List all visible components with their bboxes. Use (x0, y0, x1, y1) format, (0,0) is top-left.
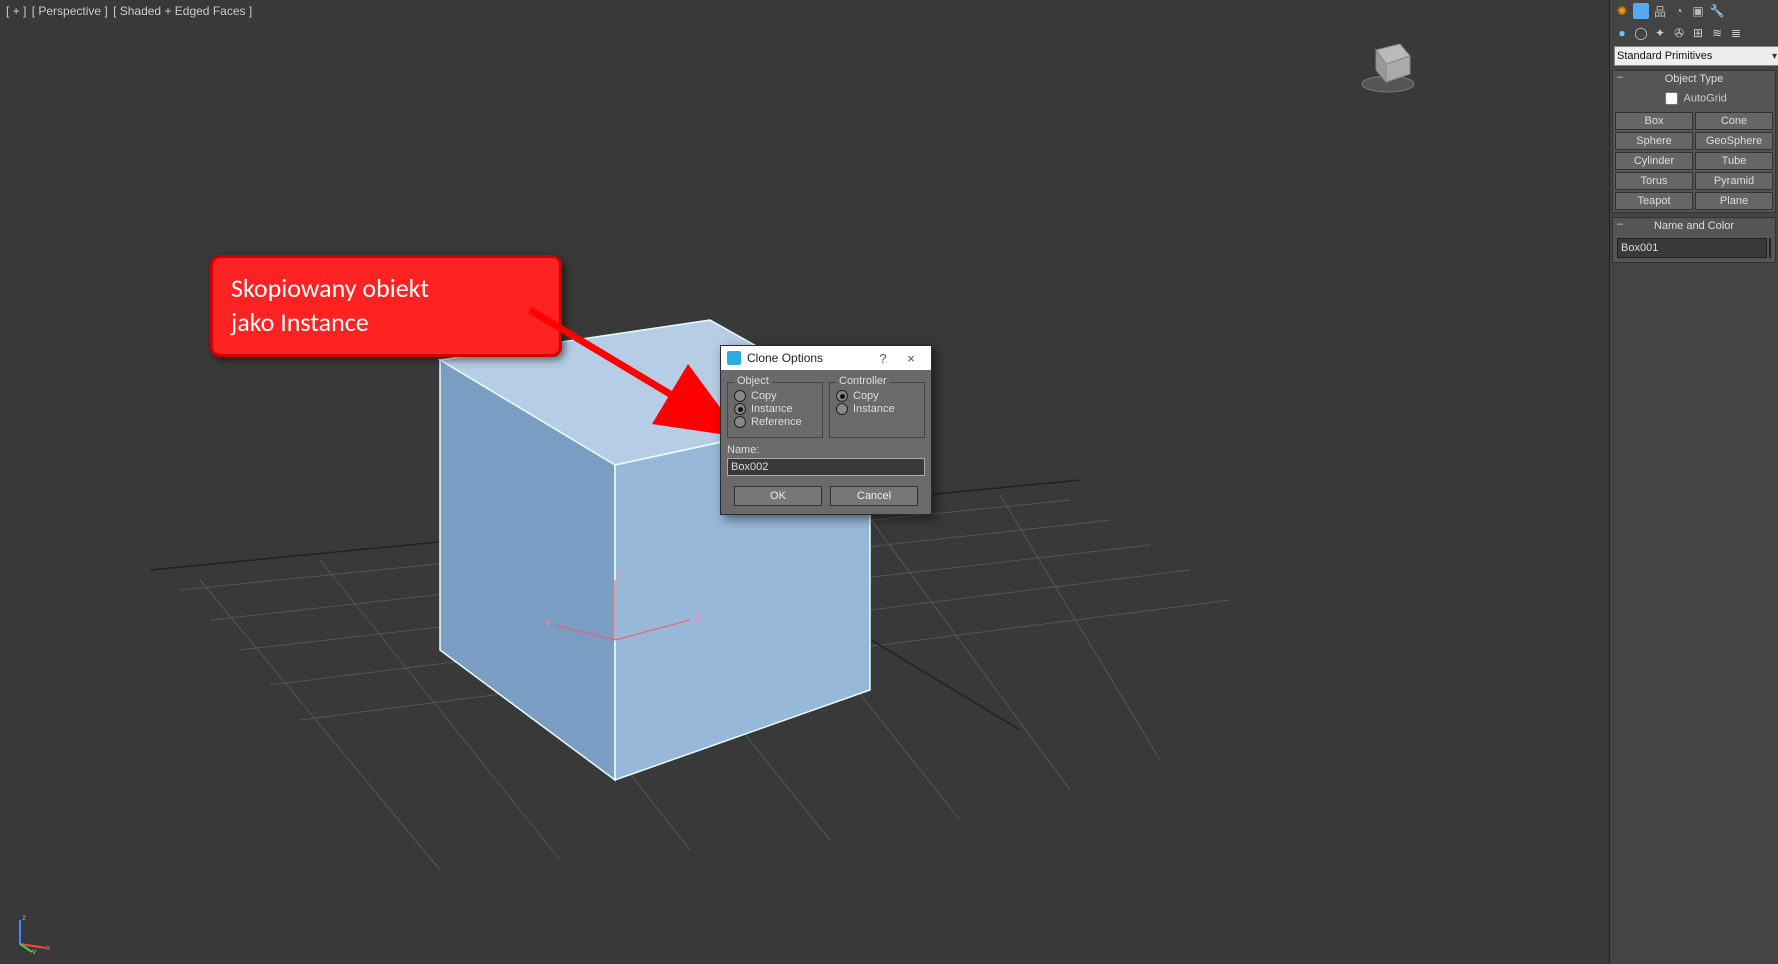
radio-icon (734, 403, 746, 415)
viewcube[interactable] (1356, 30, 1420, 94)
teapot-button[interactable]: Teapot (1615, 192, 1693, 210)
primitive-button-grid: Box Cone Sphere GeoSphere Cylinder Tube … (1613, 110, 1775, 212)
viewport-label-plus[interactable]: [ + ] (6, 4, 26, 18)
rollout-collapse-icon[interactable]: – (1617, 218, 1623, 230)
shapes-icon[interactable]: ◯ (1633, 25, 1649, 41)
lights-icon[interactable]: ✦ (1652, 25, 1668, 41)
rollout-collapse-icon[interactable]: – (1617, 71, 1623, 83)
viewport-label-view[interactable]: [ Perspective ] (32, 4, 108, 18)
radio-icon (734, 416, 746, 428)
rollout-title-text: Name and Color (1654, 220, 1734, 232)
plane-button[interactable]: Plane (1695, 192, 1773, 210)
torus-button[interactable]: Torus (1615, 172, 1693, 190)
dialog-close-button[interactable]: × (897, 351, 925, 366)
display-tab-icon[interactable]: ▣ (1690, 3, 1706, 19)
sphere-button[interactable]: Sphere (1615, 132, 1693, 150)
axis-y-label: y (545, 617, 550, 628)
dialog-body: Object Copy Instance Reference Controlle… (721, 370, 931, 514)
radio-label: Copy (853, 390, 879, 402)
radio-label: Copy (751, 390, 777, 402)
command-panel-tabs: ✺ 品 ◔ ▣ 🔧 (1610, 0, 1778, 22)
spacewarps-icon[interactable]: ≋ (1709, 25, 1725, 41)
hierarchy-tab-icon[interactable]: 品 (1652, 3, 1668, 19)
create-subtabs: ● ◯ ✦ ✇ ⊞ ≋ ≣ (1610, 22, 1778, 44)
radio-label: Reference (751, 416, 802, 428)
geometry-icon[interactable]: ● (1614, 25, 1630, 41)
viewport-label-shading[interactable]: [ Shaded + Edged Faces ] (113, 4, 252, 18)
geosphere-button[interactable]: GeoSphere (1695, 132, 1773, 150)
radio-label: Instance (853, 403, 895, 415)
axis-z-label: z (618, 570, 623, 581)
radio-object-instance[interactable]: Instance (734, 403, 816, 415)
dialog-title-text: Clone Options (747, 351, 869, 365)
systems-icon[interactable]: ≣ (1728, 25, 1744, 41)
object-name-input[interactable] (1617, 238, 1767, 258)
ok-button[interactable]: OK (734, 486, 822, 506)
radio-icon (836, 403, 848, 415)
viewport-label[interactable]: [ + ] [ Perspective ] [ Shaded + Edged F… (6, 4, 254, 18)
dialog-help-button[interactable]: ? (869, 351, 897, 366)
annotation-line1: Skopiowany obiekt (231, 272, 541, 306)
cameras-icon[interactable]: ✇ (1671, 25, 1687, 41)
radio-icon (734, 390, 746, 402)
radio-controller-instance[interactable]: Instance (836, 403, 918, 415)
radio-icon (836, 390, 848, 402)
clone-name-input[interactable] (727, 458, 925, 476)
group-controller-title: Controller (836, 375, 890, 387)
rollout-name-and-color: – Name and Color (1612, 217, 1776, 263)
group-controller: Controller Copy Instance (829, 382, 925, 438)
sun-icon[interactable]: ✺ (1614, 3, 1630, 19)
annotation-callout: Skopiowany obiekt jako Instance (210, 255, 562, 357)
dropdown-value: Standard Primitives (1617, 50, 1712, 62)
cylinder-button[interactable]: Cylinder (1615, 152, 1693, 170)
axis-x-label: x (695, 612, 700, 623)
radio-controller-copy[interactable]: Copy (836, 390, 918, 402)
world-axis-gizmo: z x y (10, 914, 50, 954)
rollout-title[interactable]: – Name and Color (1613, 218, 1775, 234)
annotation-line2: jako Instance (231, 306, 541, 340)
autogrid-checkbox[interactable] (1665, 92, 1678, 105)
radio-object-reference[interactable]: Reference (734, 416, 816, 428)
dialog-app-icon (727, 351, 741, 365)
clone-options-dialog: Clone Options ? × Object Copy Instance R… (720, 345, 932, 515)
helpers-icon[interactable]: ⊞ (1690, 25, 1706, 41)
group-object-title: Object (734, 375, 772, 387)
object-color-swatch[interactable] (1769, 238, 1771, 258)
dialog-titlebar[interactable]: Clone Options ? × (721, 346, 931, 370)
rollout-title[interactable]: – Object Type (1613, 71, 1775, 87)
primitive-category-dropdown[interactable]: Standard Primitives (1614, 46, 1778, 66)
group-object: Object Copy Instance Reference (727, 382, 823, 438)
svg-text:y: y (32, 947, 36, 954)
autogrid-row[interactable]: AutoGrid (1613, 87, 1775, 110)
radio-object-copy[interactable]: Copy (734, 390, 816, 402)
radio-label: Instance (751, 403, 793, 415)
svg-text:x: x (46, 943, 50, 952)
box-button[interactable]: Box (1615, 112, 1693, 130)
pyramid-button[interactable]: Pyramid (1695, 172, 1773, 190)
cancel-button[interactable]: Cancel (830, 486, 918, 506)
svg-text:z: z (22, 914, 26, 922)
tube-button[interactable]: Tube (1695, 152, 1773, 170)
motion-tab-icon[interactable]: ◔ (1671, 3, 1687, 19)
create-tab-icon[interactable] (1633, 3, 1649, 19)
rollout-object-type: – Object Type AutoGrid Box Cone Sphere G… (1612, 70, 1776, 213)
command-panel: ✺ 品 ◔ ▣ 🔧 ● ◯ ✦ ✇ ⊞ ≋ ≣ Standard Primiti… (1609, 0, 1778, 964)
autogrid-label: AutoGrid (1684, 92, 1727, 104)
utilities-tab-icon[interactable]: 🔧 (1709, 3, 1725, 19)
cone-button[interactable]: Cone (1695, 112, 1773, 130)
name-label: Name: (727, 444, 925, 456)
rollout-title-text: Object Type (1665, 73, 1724, 85)
